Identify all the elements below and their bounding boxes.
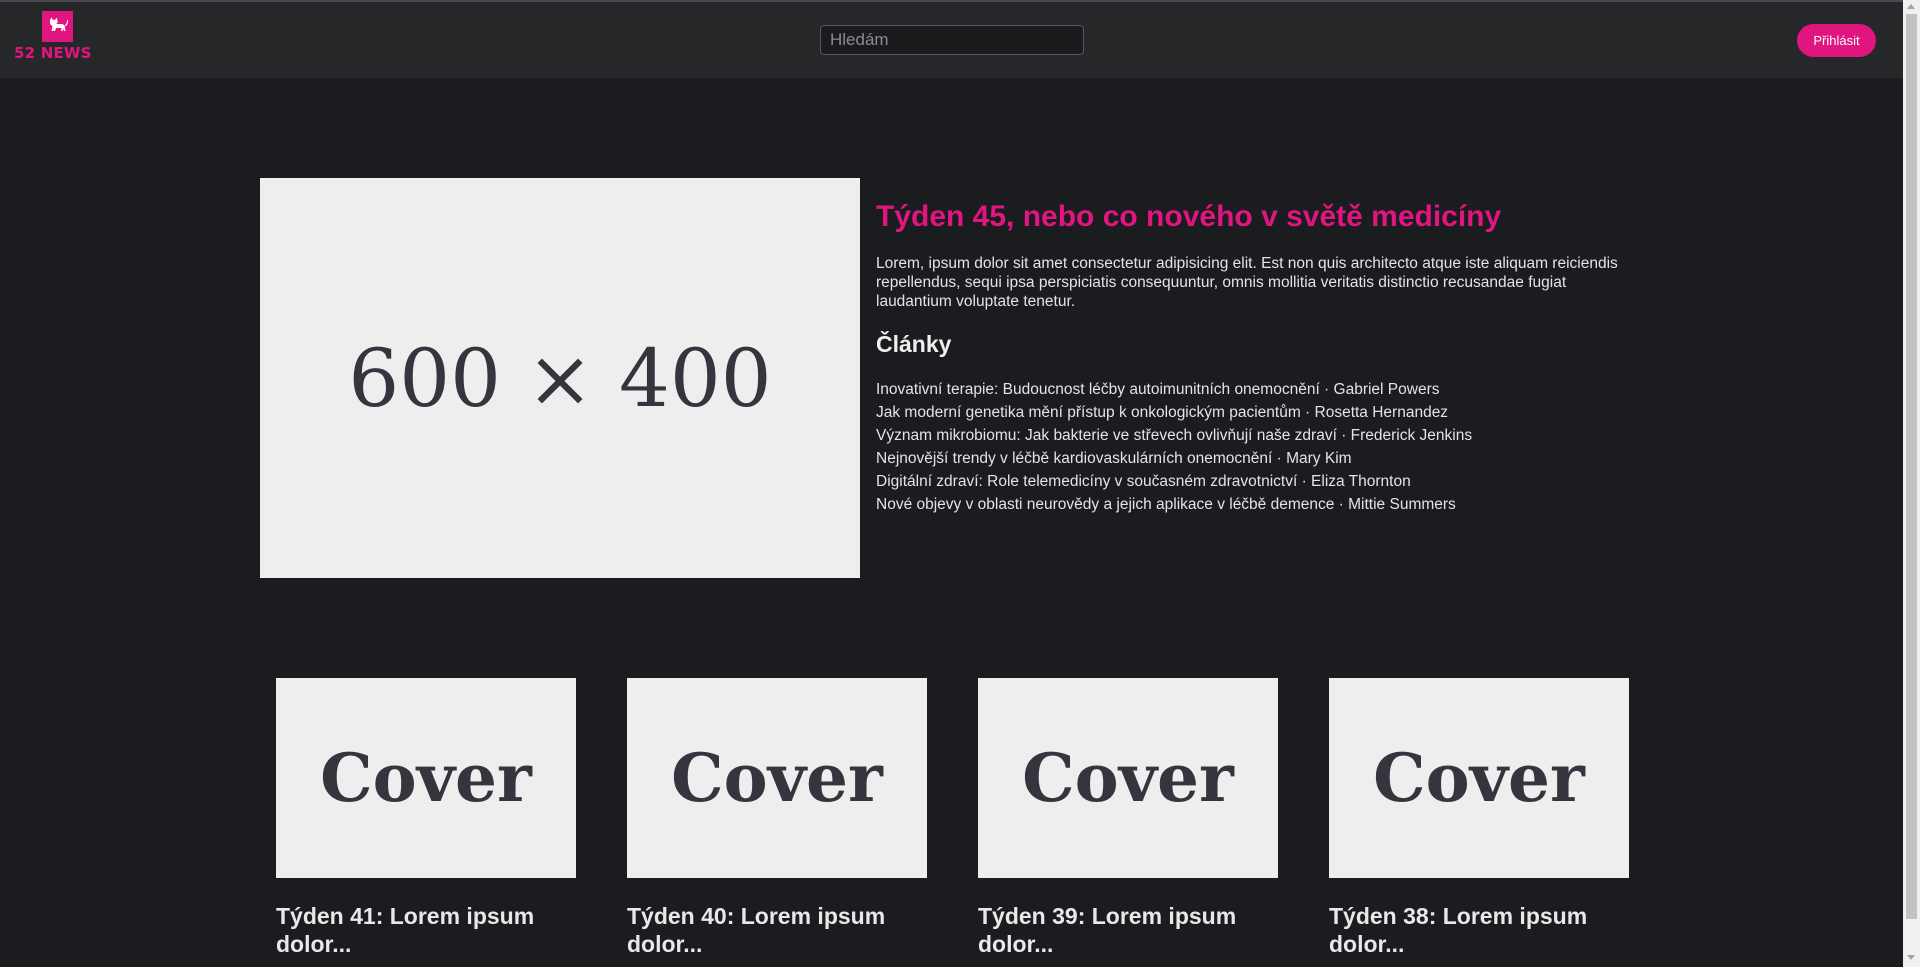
site-logo[interactable]: 52 NEWS: [14, 11, 104, 67]
scroll-up-arrow-icon[interactable]: [1907, 4, 1915, 9]
card-cover-image[interactable]: Cover: [1329, 678, 1629, 878]
search-input[interactable]: [820, 25, 1084, 55]
hero-description: Lorem, ipsum dolor sit amet consectetur …: [876, 255, 1618, 310]
card-title[interactable]: Týden 38: Lorem ipsum dolor...: [1329, 902, 1629, 958]
article-item[interactable]: Význam mikrobiomu: Jak bakterie ve střev…: [876, 424, 1626, 447]
logo-text: 52 NEWS: [14, 44, 92, 62]
card-cover-image[interactable]: Cover: [978, 678, 1278, 878]
scrollbar-thumb[interactable]: [1906, 14, 1917, 919]
article-item[interactable]: Nové objevy v oblasti neurovědy a jejich…: [876, 493, 1626, 516]
cat-icon: [50, 17, 68, 31]
hero-image-label: 600 × 400: [348, 331, 772, 425]
issue-card[interactable]: Cover Týden 38: Lorem ipsum dolor...: [1329, 678, 1629, 958]
card-cover-label: Cover: [1373, 739, 1585, 817]
article-item[interactable]: Inovativní terapie: Budoucnost léčby aut…: [876, 378, 1626, 401]
issue-card[interactable]: Cover Týden 40: Lorem ipsum dolor...: [627, 678, 927, 958]
login-button[interactable]: Přihlásit: [1797, 24, 1876, 57]
scroll-down-arrow-icon[interactable]: [1907, 955, 1915, 960]
issue-card[interactable]: Cover Týden 39: Lorem ipsum dolor...: [978, 678, 1278, 958]
issue-card[interactable]: Cover Týden 41: Lorem ipsum dolor...: [276, 678, 576, 958]
logo-badge: [42, 11, 73, 42]
article-item[interactable]: Nejnovější trendy v léčbě kardiovaskulár…: [876, 447, 1626, 470]
hero-title[interactable]: Týden 45, nebo co nového v světě medicín…: [876, 196, 1626, 238]
articles-heading: Články: [876, 331, 952, 357]
vertical-scrollbar[interactable]: [1903, 0, 1920, 967]
hero-content: Týden 45, nebo co nového v světě medicín…: [876, 196, 1626, 516]
card-title[interactable]: Týden 39: Lorem ipsum dolor...: [978, 902, 1278, 958]
card-title[interactable]: Týden 40: Lorem ipsum dolor...: [627, 902, 927, 958]
site-header: 52 NEWS Přihlásit: [0, 2, 1903, 78]
page: 52 NEWS Přihlásit 600 × 400 Týden 45, ne…: [0, 0, 1920, 967]
card-cover-label: Cover: [320, 739, 532, 817]
card-cover-image[interactable]: Cover: [627, 678, 927, 878]
article-item[interactable]: Jak moderní genetika mění přístup k onko…: [876, 401, 1626, 424]
card-cover-label: Cover: [1022, 739, 1234, 817]
article-list: Inovativní terapie: Budoucnost léčby aut…: [876, 378, 1626, 516]
card-title[interactable]: Týden 41: Lorem ipsum dolor...: [276, 902, 576, 958]
card-cover-label: Cover: [671, 739, 883, 817]
card-cover-image[interactable]: Cover: [276, 678, 576, 878]
hero-image[interactable]: 600 × 400: [260, 178, 860, 578]
article-item[interactable]: Digitální zdraví: Role telemedicíny v so…: [876, 470, 1626, 493]
